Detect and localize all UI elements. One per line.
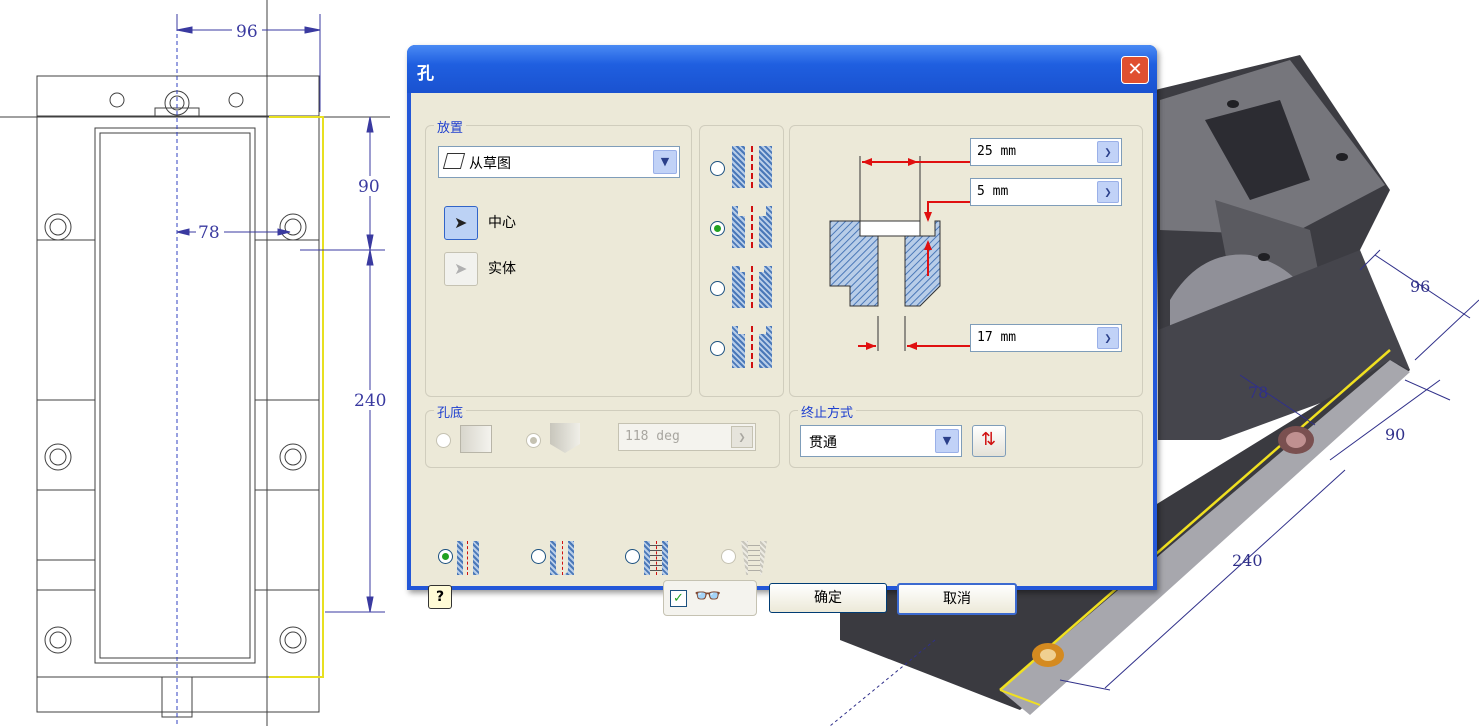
center-select-button[interactable]: ➤	[444, 206, 478, 240]
drilled-hole-icon	[732, 146, 772, 188]
hole-type-radio-countersink[interactable]	[710, 341, 725, 356]
hole-option-radio-clearance[interactable]	[531, 549, 546, 564]
placement-source-dropdown[interactable]: 从草图 ▼	[438, 146, 680, 178]
preview-checkbox[interactable]: ✓	[670, 590, 687, 607]
help-icon: ?	[435, 589, 445, 605]
cbore-depth-value: 5 mm	[977, 184, 1009, 199]
cbore-diameter-field[interactable]: 25 mm ❯	[970, 138, 1122, 166]
tapped-hole-icon	[644, 541, 668, 575]
hole-type-radio-spotface[interactable]	[710, 281, 725, 296]
hole-diameter-value: 17 mm	[977, 330, 1017, 345]
hole-preview-group: 25 mm ❯ 5 mm ❯ 17 mm ❯	[789, 125, 1143, 397]
hole-type-group	[699, 125, 784, 397]
dialog-title: 孔	[417, 64, 434, 84]
sketch-icon	[442, 153, 466, 169]
glasses-icon: 👓	[694, 584, 722, 609]
termination-value: 贯通	[809, 435, 837, 451]
drill-point-label: 孔底	[434, 402, 467, 421]
chevron-down-icon[interactable]: ▼	[935, 429, 959, 453]
cbore-diameter-value: 25 mm	[977, 144, 1017, 159]
close-button[interactable]: ✕	[1121, 56, 1149, 84]
hole-dialog: 孔 ✕ 放置 从草图 ▼ ➤ 中心 ➤ 实体 25 mm ❯ 5 mm ❯ 17…	[407, 45, 1157, 616]
flip-arrows-icon: ⇅	[981, 429, 997, 450]
placement-label: 放置	[434, 117, 467, 136]
dim3d-240: 240	[1232, 551, 1263, 570]
hole-option-radio-simple[interactable]	[438, 549, 453, 564]
flip-direction-button[interactable]: ⇅	[972, 425, 1006, 457]
chevron-right-icon[interactable]: ❯	[731, 426, 753, 448]
dim3d-78: 78	[1248, 383, 1268, 402]
counterbore-hole-icon	[732, 206, 772, 248]
taper-tapped-hole-icon	[741, 541, 767, 575]
drill-angle-value: 118 deg	[625, 429, 680, 444]
preview-toggle[interactable]: ✓ 👓	[663, 580, 757, 616]
hole-type-radio-drilled[interactable]	[710, 161, 725, 176]
clearance-hole-icon	[550, 541, 574, 575]
solid-select-button[interactable]: ➤	[444, 252, 478, 286]
cancel-button[interactable]: 取消	[897, 583, 1017, 615]
chevron-right-icon[interactable]: ❯	[1097, 141, 1119, 163]
hole-section-diagram	[829, 156, 970, 351]
cbore-depth-field[interactable]: 5 mm ❯	[970, 178, 1122, 206]
placement-source-value: 从草图	[469, 156, 511, 172]
hole-option-radio-taper-tapped[interactable]	[721, 549, 736, 564]
angle-bottom-icon	[550, 423, 580, 453]
hole-option-radio-tapped[interactable]	[625, 549, 640, 564]
placement-group: 放置 从草图 ▼ ➤ 中心 ➤ 实体	[425, 117, 692, 397]
spotface-hole-icon	[732, 266, 772, 308]
termination-label: 终止方式	[798, 402, 857, 421]
cursor-arrow-icon: ➤	[454, 259, 468, 278]
hole-diameter-field[interactable]: 17 mm ❯	[970, 324, 1122, 352]
termination-dropdown[interactable]: 贯通 ▼	[800, 425, 962, 457]
drill-point-group: 孔底 118 deg ❯	[425, 402, 780, 468]
angle-bottom-radio[interactable]	[526, 433, 541, 448]
chevron-down-icon[interactable]: ▼	[653, 150, 677, 174]
simple-hole-icon	[457, 541, 479, 575]
flat-bottom-radio[interactable]	[436, 433, 451, 448]
solid-label: 实体	[488, 261, 516, 277]
dim3d-96: 96	[1410, 277, 1430, 296]
hole-type-radio-counterbore[interactable]	[710, 221, 725, 236]
dim3d-90: 90	[1385, 425, 1405, 444]
drill-angle-field[interactable]: 118 deg ❯	[618, 423, 756, 451]
dialog-client: 放置 从草图 ▼ ➤ 中心 ➤ 实体 25 mm ❯ 5 mm ❯ 17 mm …	[411, 93, 1153, 616]
termination-group: 终止方式 贯通 ▼ ⇅	[789, 402, 1143, 468]
cursor-arrow-icon: ➤	[454, 213, 468, 232]
help-button[interactable]: ?	[428, 585, 452, 609]
flat-bottom-icon	[460, 425, 492, 453]
ok-button[interactable]: 确定	[769, 583, 887, 613]
dialog-titlebar[interactable]: 孔 ✕	[407, 45, 1157, 93]
countersink-hole-icon	[732, 326, 772, 368]
chevron-right-icon[interactable]: ❯	[1097, 181, 1119, 203]
chevron-right-icon[interactable]: ❯	[1097, 327, 1119, 349]
center-label: 中心	[488, 215, 516, 231]
